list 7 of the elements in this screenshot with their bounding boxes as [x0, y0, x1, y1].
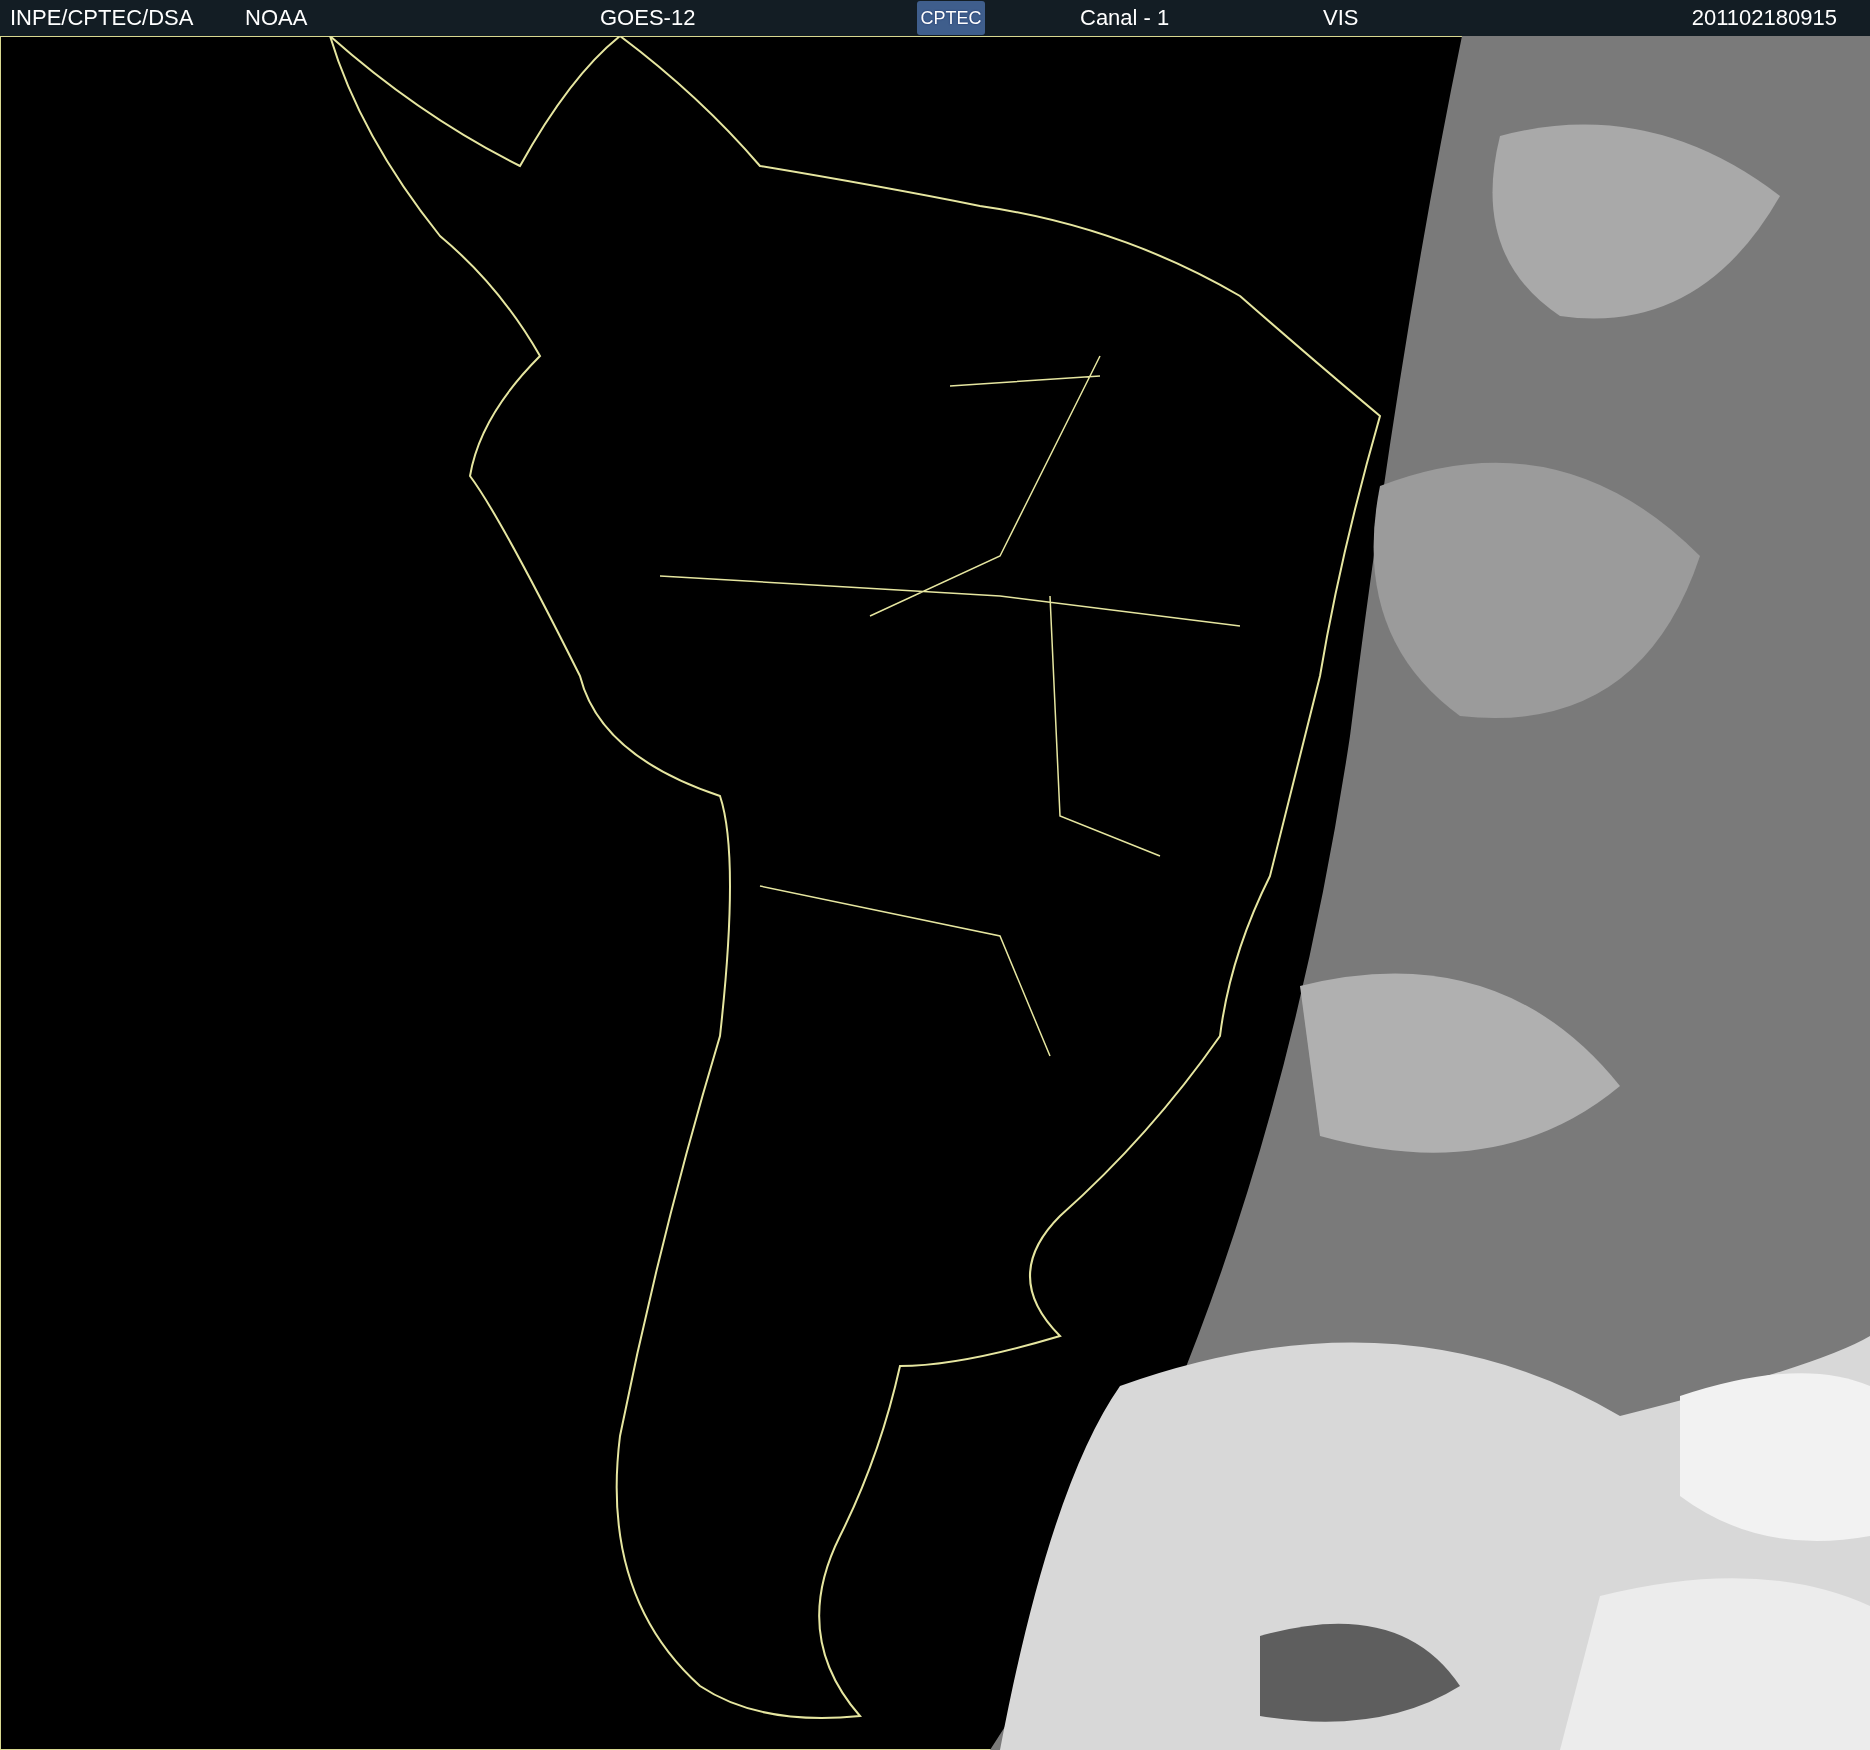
header-label: NOAA: [245, 4, 308, 32]
logo: CPTEC: [917, 1, 985, 35]
header-label: Canal - 1: [1080, 4, 1170, 32]
header-label: GOES-12: [600, 4, 696, 32]
header-label: INPE/CPTEC/DSA: [10, 4, 194, 32]
header-label: 201102180915: [1691, 4, 1837, 32]
header-label: VIS: [1323, 4, 1359, 32]
